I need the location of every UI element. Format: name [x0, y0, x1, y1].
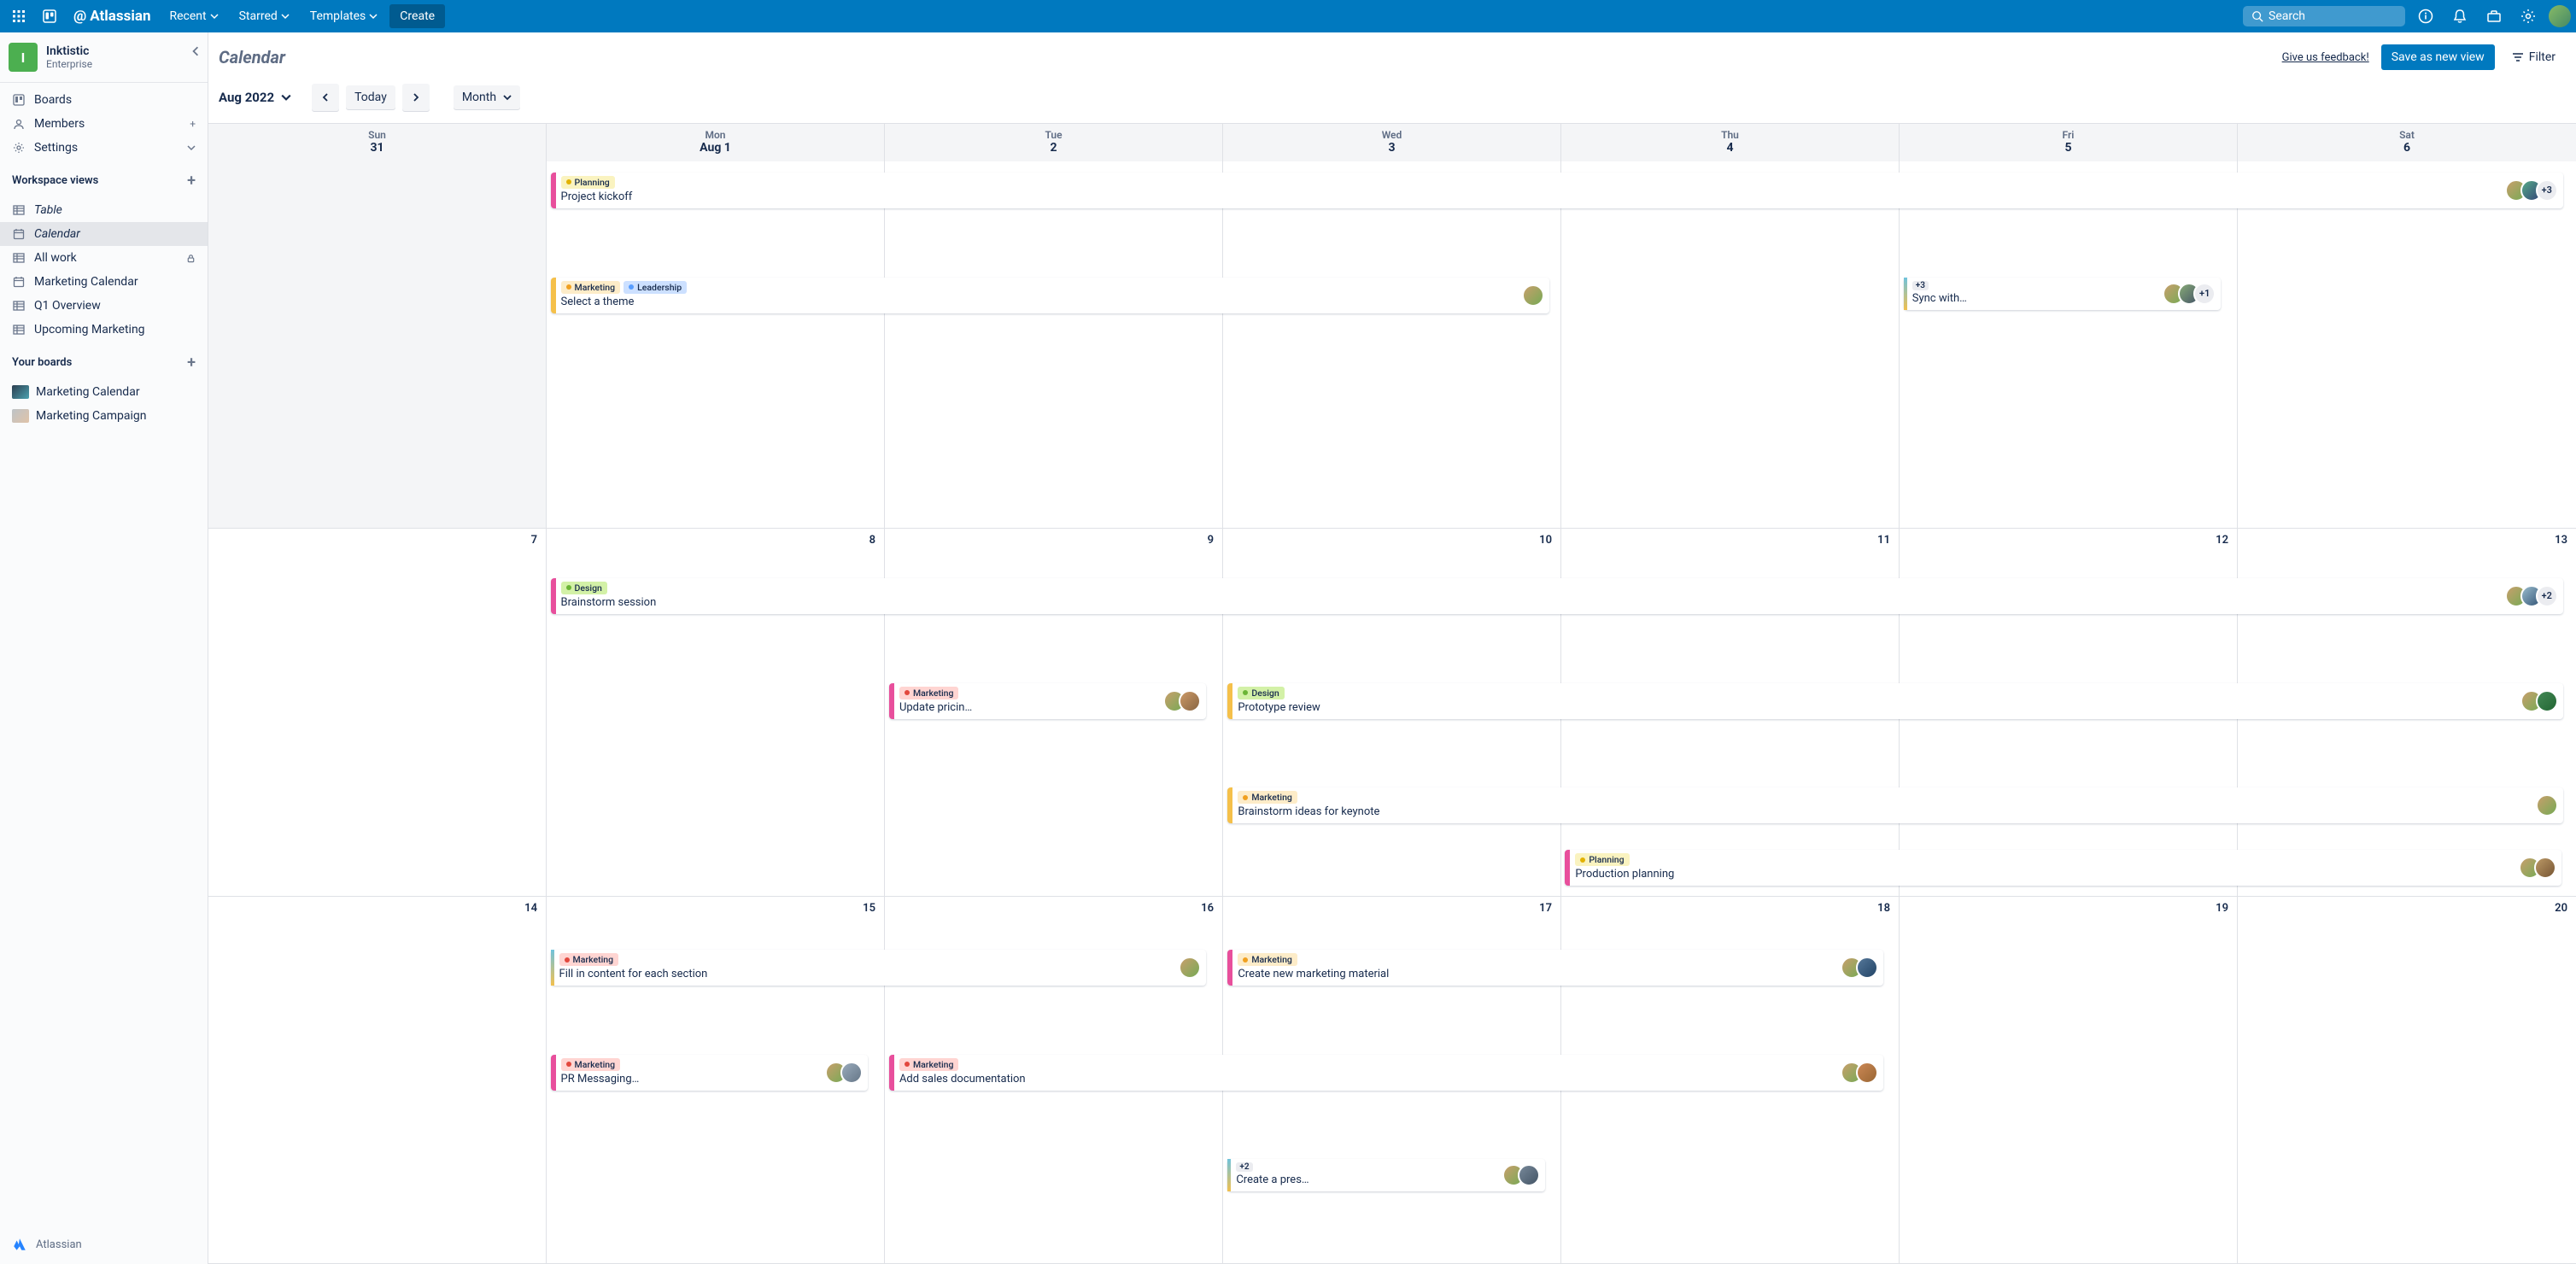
section-your-boards: Your boards+	[0, 347, 208, 375]
calendar-cell[interactable]: 20	[2238, 897, 2576, 1264]
workspace-plan: Enterprise	[46, 58, 92, 70]
sidebar-view-upcoming-marketing[interactable]: Upcoming Marketing	[0, 318, 208, 342]
table-icon	[12, 204, 26, 216]
filter-button[interactable]: Filter	[2502, 44, 2566, 70]
calendar: Sun31 MonAug 1 Tue2 Wed3 Thu4 Fri5 Sat6 …	[208, 123, 2576, 1264]
sidebar-footer[interactable]: Atlassian	[0, 1225, 208, 1264]
view-picker[interactable]: Month	[454, 85, 520, 109]
members-icon	[12, 118, 26, 130]
card-create-pres[interactable]: +2 Create a pres…	[1227, 1159, 1544, 1191]
chevron-down-icon	[503, 93, 512, 102]
section-workspace-views: Workspace views+	[0, 165, 208, 193]
sidebar-view-q1-overview[interactable]: Q1 Overview	[0, 294, 208, 318]
card-production-planning[interactable]: Planning Production planning	[1565, 850, 2561, 886]
calendar-grid: 7 8 9 10 11 12 13 14 15 16 17 18 19 20	[208, 161, 2576, 1264]
workspace-header[interactable]: I Inktistic Enterprise	[0, 32, 208, 83]
add-board-icon[interactable]: +	[187, 354, 196, 372]
calendar-header: Sun31 MonAug 1 Tue2 Wed3 Thu4 Fri5 Sat6	[208, 123, 2576, 161]
page-title: Calendar	[219, 47, 285, 67]
calendar-cell[interactable]	[208, 161, 547, 529]
board-swatch	[12, 409, 29, 423]
workspace-logo: I	[9, 43, 38, 72]
chevron-down-icon	[281, 92, 291, 102]
calendar-icon	[12, 228, 26, 240]
sidebar: I Inktistic Enterprise Boards Members+ S…	[0, 32, 208, 1264]
calendar-cell[interactable]	[1900, 161, 2238, 529]
card-select-theme[interactable]: Marketing Leadership Select a theme	[551, 278, 1550, 313]
sidebar-view-calendar[interactable]: Calendar	[0, 222, 208, 246]
card-brainstorm-session[interactable]: Design Brainstorm session +2	[551, 578, 2563, 614]
filter-icon	[2512, 51, 2524, 63]
info-icon[interactable]	[2412, 3, 2439, 30]
add-view-icon[interactable]: +	[187, 172, 196, 190]
sidebar-view-table[interactable]: Table	[0, 198, 208, 222]
today-button[interactable]: Today	[346, 85, 395, 109]
search-input[interactable]: Search	[2243, 6, 2405, 26]
content: Calendar Give us feedback! Save as new v…	[208, 32, 2576, 1264]
user-avatar[interactable]	[2549, 5, 2571, 27]
board-swatch	[12, 385, 29, 399]
workspace-name: Inktistic	[46, 44, 92, 58]
atlassian-logo[interactable]: @Atlassian	[67, 8, 157, 25]
calendar-toolbar: Aug 2022 Today Month	[208, 70, 2576, 123]
table-icon	[12, 300, 26, 312]
menu-templates[interactable]: Templates	[302, 4, 387, 28]
sidebar-item-settings[interactable]: Settings	[0, 136, 208, 160]
menu-recent[interactable]: Recent	[161, 4, 226, 28]
save-view-button[interactable]: Save as new view	[2381, 44, 2495, 70]
add-member-icon[interactable]: +	[190, 118, 196, 130]
card-brainstorm-keynote[interactable]: Marketing Brainstorm ideas for keynote	[1227, 787, 2562, 823]
collapse-sidebar-icon[interactable]	[190, 46, 201, 56]
calendar-cell[interactable]	[1561, 161, 1900, 529]
trello-icon[interactable]	[36, 3, 63, 30]
month-picker[interactable]: Aug 2022	[219, 90, 291, 105]
calendar-cell[interactable]: 14	[208, 897, 547, 1264]
search-placeholder: Search	[2269, 9, 2305, 23]
feedback-link[interactable]: Give us feedback!	[2282, 51, 2369, 64]
sidebar-view-all-work[interactable]: All work	[0, 246, 208, 270]
card-sync[interactable]: +3 Sync with… +1	[1904, 278, 2221, 310]
chevron-down-icon	[187, 143, 196, 152]
card-update-pricing[interactable]: Marketing Update pricin…	[889, 683, 1206, 719]
table-icon	[12, 324, 26, 336]
sidebar-item-members[interactable]: Members+	[0, 112, 208, 136]
calendar-cell[interactable]	[885, 161, 1223, 529]
calendar-cell[interactable]: 19	[1900, 897, 2238, 1264]
calendar-cell[interactable]	[2238, 161, 2576, 529]
menu-starred[interactable]: Starred	[231, 4, 298, 28]
content-header: Calendar Give us feedback! Save as new v…	[208, 32, 2576, 70]
calendar-cell[interactable]	[547, 161, 885, 529]
briefcase-icon[interactable]	[2480, 3, 2508, 30]
sidebar-board-marketing-calendar[interactable]: Marketing Calendar	[0, 380, 208, 404]
table-icon	[12, 252, 26, 264]
gear-icon	[12, 142, 26, 154]
card-prototype-review[interactable]: Design Prototype review	[1227, 683, 2562, 719]
card-pr-messaging[interactable]: Marketing PR Messaging…	[551, 1055, 868, 1091]
atlassian-icon	[12, 1237, 27, 1252]
notifications-icon[interactable]	[2446, 3, 2474, 30]
card-new-marketing[interactable]: Marketing Create new marketing material	[1227, 950, 1883, 986]
card-sales-doc[interactable]: Marketing Add sales documentation	[889, 1055, 1883, 1091]
calendar-icon	[12, 276, 26, 288]
prev-button[interactable]	[312, 84, 339, 111]
card-project-kickoff[interactable]: Planning Project kickoff +3	[551, 173, 2563, 208]
card-fill-content[interactable]: Marketing Fill in content for each secti…	[551, 950, 1207, 986]
sidebar-view-marketing-calendar[interactable]: Marketing Calendar	[0, 270, 208, 294]
sidebar-board-marketing-campaign[interactable]: Marketing Campaign	[0, 404, 208, 428]
calendar-cell[interactable]	[1223, 161, 1561, 529]
boards-icon	[12, 94, 26, 106]
create-button[interactable]: Create	[389, 4, 445, 28]
next-button[interactable]	[402, 84, 430, 111]
apps-icon[interactable]	[5, 3, 32, 30]
sidebar-item-boards[interactable]: Boards	[0, 88, 208, 112]
lock-icon	[186, 254, 196, 263]
topbar: @Atlassian Recent Starred Templates Crea…	[0, 0, 2576, 32]
settings-icon[interactable]	[2515, 3, 2542, 30]
calendar-cell[interactable]: 7	[208, 529, 547, 896]
